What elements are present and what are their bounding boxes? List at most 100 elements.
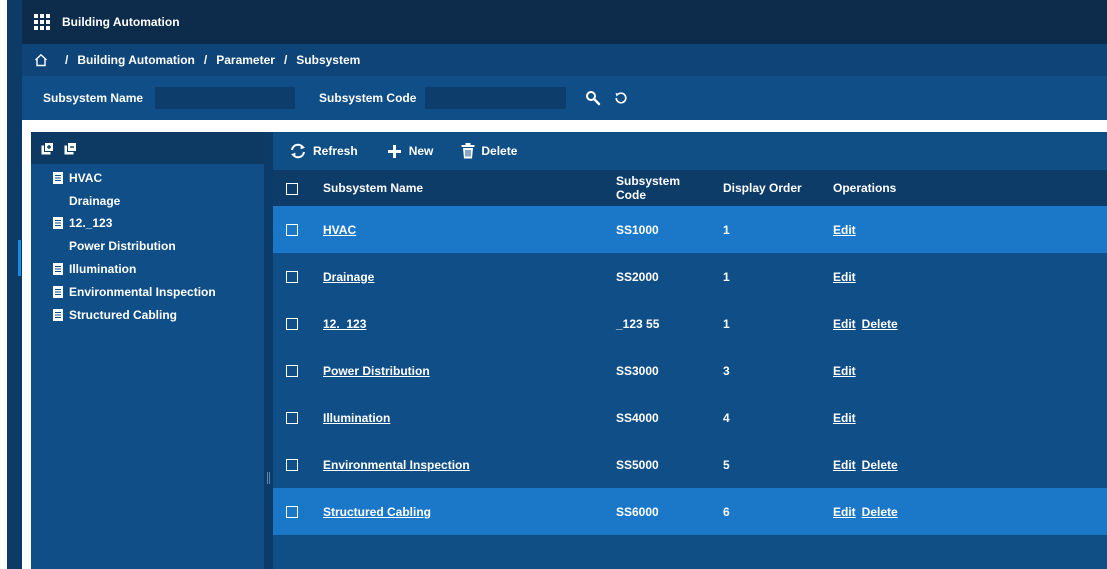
row-checkbox[interactable] [286, 365, 298, 378]
left-nav-strip [0, 0, 22, 569]
row-checkbox[interactable] [286, 459, 298, 472]
delete-link[interactable]: Delete [862, 505, 898, 519]
header-operations: Operations [819, 170, 1107, 206]
tree-item-label: Drainage [69, 194, 121, 208]
subsystem-name-link[interactable]: 12._123 [323, 317, 366, 331]
subsystem-name-label: Subsystem Name [43, 91, 144, 105]
subsystem-name-link[interactable]: Power Distribution [323, 364, 430, 378]
edit-link[interactable]: Edit [833, 223, 856, 237]
edit-link[interactable]: Edit [833, 505, 856, 519]
subsystem-name-link[interactable]: Structured Cabling [323, 505, 431, 519]
breadcrumb: / Building Automation / Parameter / Subs… [22, 44, 1107, 76]
breadcrumb-item-subsystem: Subsystem [296, 53, 361, 67]
delete-link[interactable]: Delete [862, 458, 898, 472]
reset-icon[interactable] [612, 89, 630, 107]
subsystem-code-cell: SS3000 [604, 347, 709, 394]
delete-link[interactable]: Delete [862, 317, 898, 331]
header-display-order[interactable]: Display Order [709, 170, 819, 206]
document-icon [53, 172, 63, 184]
refresh-button[interactable]: Refresh [289, 143, 358, 159]
edit-link[interactable]: Edit [833, 411, 856, 425]
display-order-cell: 5 [709, 441, 819, 488]
app-title: Building Automation [62, 15, 180, 29]
expand-all-icon[interactable] [41, 141, 54, 155]
subsystem-name-link[interactable]: Illumination [323, 411, 390, 425]
collapse-all-icon[interactable] [64, 141, 77, 155]
select-all-checkbox[interactable] [286, 182, 298, 195]
tree-item-label: Structured Cabling [69, 308, 178, 322]
new-button[interactable]: New [386, 143, 433, 160]
row-checkbox[interactable] [286, 506, 298, 519]
tree-item-12-123[interactable]: 12._123 [31, 215, 264, 231]
home-icon[interactable] [34, 53, 48, 67]
table-header-row: Subsystem Name Subsystem Code Display Or… [273, 170, 1107, 206]
subsystem-code-cell: SS2000 [604, 253, 709, 300]
display-order-cell: 6 [709, 488, 819, 535]
breadcrumb-separator: / [283, 53, 288, 67]
tree-item-label: Environmental Inspection [69, 285, 216, 299]
edit-link[interactable]: Edit [833, 458, 856, 472]
breadcrumb-item-parameter[interactable]: Parameter [216, 53, 275, 67]
refresh-icon [291, 143, 305, 159]
top-bar: Building Automation [22, 0, 1107, 44]
display-order-cell: 1 [709, 300, 819, 347]
subsystem-tree-panel: HVAC Drainage 12._123 Power Distribution… [31, 132, 264, 569]
tree-item-structured-cabling[interactable]: Structured Cabling [31, 307, 264, 323]
splitter-grip[interactable] [267, 472, 270, 484]
row-checkbox[interactable] [286, 412, 298, 425]
search-icon[interactable] [584, 89, 602, 107]
table-row: Illumination SS4000 4 Edit [273, 394, 1107, 441]
tree-item-environmental-inspection[interactable]: Environmental Inspection [31, 284, 264, 300]
edit-link[interactable]: Edit [833, 317, 856, 331]
subsystem-name-link[interactable]: Drainage [323, 270, 374, 284]
table-row: 12._123 _123 55 1 Edit Delete [273, 300, 1107, 347]
row-checkbox[interactable] [286, 318, 298, 331]
search-bar: Subsystem Name Subsystem Code [22, 76, 1107, 120]
document-icon [53, 309, 63, 321]
tree-toolbar [31, 132, 264, 164]
tree-item-drainage[interactable]: Drainage [31, 193, 264, 209]
apps-grid-icon[interactable] [34, 14, 50, 30]
edit-link[interactable]: Edit [833, 364, 856, 378]
tree-item-label: 12._123 [69, 216, 113, 230]
breadcrumb-separator: / [65, 53, 69, 67]
plus-icon [387, 144, 401, 158]
tree-item-illumination[interactable]: Illumination [31, 261, 264, 277]
table-row: HVAC SS1000 1 Edit [273, 206, 1107, 253]
app-window: Building Automation / Building Automatio… [0, 0, 1107, 569]
refresh-label: Refresh [313, 144, 358, 158]
subsystem-code-cell: _123 55 [604, 300, 709, 347]
subsystem-code-cell: SS1000 [604, 206, 709, 253]
subsystem-code-input[interactable] [425, 87, 567, 109]
trash-icon [461, 143, 475, 159]
document-icon [53, 263, 63, 275]
row-checkbox[interactable] [286, 224, 298, 237]
display-order-cell: 1 [709, 206, 819, 253]
panel-splitter[interactable] [264, 132, 273, 569]
subsystem-name-link[interactable]: HVAC [323, 223, 356, 237]
row-checkbox[interactable] [286, 271, 298, 284]
edit-link[interactable]: Edit [833, 270, 856, 284]
tree-item-label: Illumination [69, 262, 137, 276]
select-all-cell [273, 170, 313, 206]
header-subsystem-code[interactable]: Subsystem Code [604, 170, 709, 206]
tree-item-label: HVAC [69, 171, 103, 185]
header-subsystem-name[interactable]: Subsystem Name [313, 170, 604, 206]
delete-button[interactable]: Delete [461, 143, 517, 159]
table-row: Drainage SS2000 1 Edit [273, 253, 1107, 300]
tree-item-label: Power Distribution [69, 239, 176, 253]
subsystem-code-cell: SS4000 [604, 394, 709, 441]
table-row: Environmental Inspection SS5000 5 Edit De… [273, 441, 1107, 488]
delete-label: Delete [481, 144, 518, 158]
subsystem-code-cell: SS6000 [604, 488, 709, 535]
display-order-cell: 1 [709, 253, 819, 300]
document-icon [53, 217, 63, 229]
subsystem-name-input[interactable] [155, 87, 296, 109]
subsystem-name-link[interactable]: Environmental Inspection [323, 458, 470, 472]
grid-toolbar: Refresh New Delete [273, 132, 1107, 170]
breadcrumb-item-building-automation[interactable]: Building Automation [77, 53, 195, 67]
left-nav-rail [7, 0, 22, 569]
breadcrumb-separator: / [203, 53, 208, 67]
tree-item-power-distribution[interactable]: Power Distribution [31, 238, 264, 254]
tree-item-hvac[interactable]: HVAC [31, 170, 264, 186]
